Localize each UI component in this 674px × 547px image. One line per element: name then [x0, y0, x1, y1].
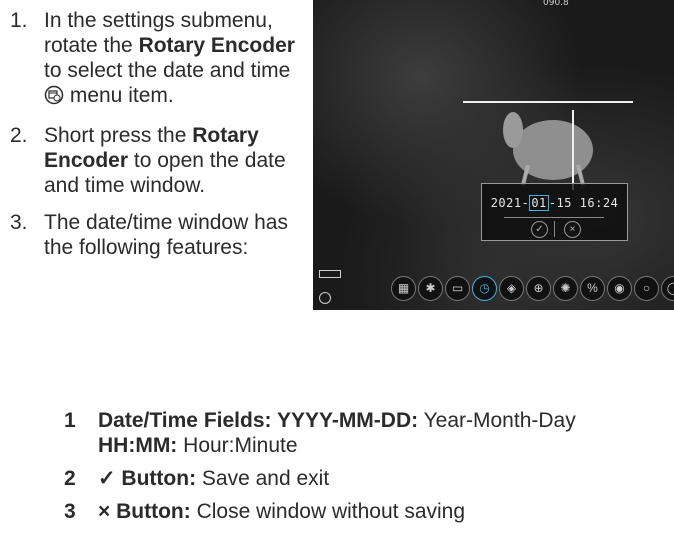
dialog-button-divider — [554, 221, 555, 237]
calendar-clock-icon — [44, 85, 64, 111]
step-3: 3. The date/time window has the followin… — [10, 210, 300, 260]
x-circle-icon: × — [569, 224, 576, 235]
check-circle-icon: ✓ — [535, 224, 544, 235]
feature-label-2: HH:MM: — [98, 434, 178, 457]
date-time-fields[interactable]: 2021- 01 -15 16:24 — [482, 195, 627, 211]
step-text-tail: menu item. — [64, 84, 174, 107]
step-1: 1. In the settings submenu, rotate the R… — [10, 8, 300, 111]
step-2: 2. Short press the Rotary Encoder to ope… — [10, 123, 300, 198]
feature-desc: Year-Month-Day — [418, 409, 576, 432]
feature-label: × Button: — [98, 500, 191, 523]
deer-neck — [503, 112, 523, 148]
step-number: 1. — [10, 9, 28, 32]
features-list: 1 Date/Time Fields: YYYY-MM-DD: Year-Mon… — [64, 408, 664, 532]
device-screen: 090.8 2021- 01 -15 16:24 ✓ × ▦ ✱ ▭ ◷ ◈ ⊕ ✺… — [313, 0, 674, 310]
date-time-icon[interactable]: ◷ — [472, 276, 497, 301]
settings-menu-bar: ▦ ✱ ▭ ◷ ◈ ⊕ ✺ % ◉ ○ ◯ — [391, 276, 674, 301]
confirm-button[interactable]: ✓ — [531, 221, 548, 238]
battery-icon — [319, 270, 341, 278]
location-icon — [319, 292, 331, 304]
step-number: 2. — [10, 124, 28, 147]
thermal-scene — [463, 101, 633, 190]
circle-icon[interactable]: ○ — [634, 276, 659, 301]
step-number: 3. — [10, 211, 28, 234]
feature-label: ✓ Button: — [98, 467, 197, 490]
month-field[interactable]: 01 — [529, 195, 549, 211]
info-icon[interactable]: ◯ — [661, 276, 674, 301]
feature-label: Date/Time Fields: YYYY-MM-DD: — [98, 409, 419, 432]
feature-number: 3 — [64, 500, 76, 523]
compass-icon[interactable]: ◈ — [499, 276, 524, 301]
feature-desc: Save and exit — [196, 467, 330, 490]
settings-icon[interactable]: ✺ — [553, 276, 578, 301]
percent-icon[interactable]: % — [580, 276, 605, 301]
year-field[interactable]: 2021- — [491, 196, 530, 210]
step-text: In the settings submenu, rotate the Rota… — [44, 8, 300, 111]
feature-3: 3 × Button: Close window without saving — [64, 499, 664, 524]
step-text-pre: Short press the — [44, 124, 193, 147]
top-readout: 090.8 — [543, 0, 569, 8]
rotary-encoder-label: Rotary Encoder — [138, 34, 295, 57]
feature-desc-2: Hour:Minute — [177, 434, 298, 457]
steps-list: 1. In the settings submenu, rotate the R… — [10, 8, 300, 272]
step-text-post: to select the date and time — [44, 59, 291, 82]
bluetooth-icon[interactable]: ✱ — [418, 276, 443, 301]
sensor-icon[interactable]: ◉ — [607, 276, 632, 301]
day-time-field[interactable]: -15 16:24 — [549, 196, 619, 210]
feature-text: × Button: Close window without saving — [98, 499, 465, 524]
step-text: Short press the Rotary Encoder to open t… — [44, 123, 300, 198]
feature-1: 1 Date/Time Fields: YYYY-MM-DD: Year-Mon… — [64, 408, 664, 458]
crosshair-icon[interactable]: ⊕ — [526, 276, 551, 301]
feature-2: 2 ✓ Button: Save and exit — [64, 466, 664, 491]
image-icon[interactable]: ▭ — [445, 276, 470, 301]
step-text: The date/time window has the following f… — [44, 211, 288, 259]
date-time-window: 2021- 01 -15 16:24 ✓ × — [481, 183, 628, 241]
cancel-button[interactable]: × — [564, 221, 581, 238]
feature-number: 1 — [64, 409, 76, 432]
feature-text: ✓ Button: Save and exit — [98, 466, 329, 491]
feature-text: Date/Time Fields: YYYY-MM-DD: Year-Month… — [98, 408, 576, 458]
feature-number: 2 — [64, 467, 76, 490]
grid-icon[interactable]: ▦ — [391, 276, 416, 301]
feature-desc: Close window without saving — [190, 500, 466, 523]
dialog-divider — [504, 217, 604, 218]
